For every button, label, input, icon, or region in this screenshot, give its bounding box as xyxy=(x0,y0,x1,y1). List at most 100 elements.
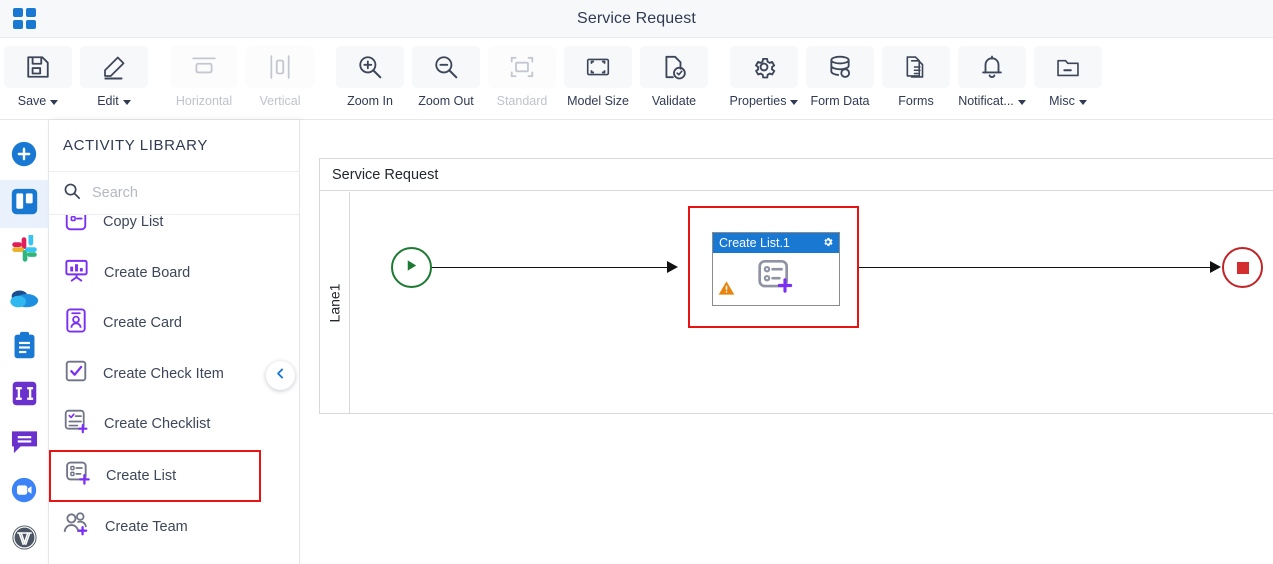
activity-item-label: Create Checklist xyxy=(104,416,211,433)
toolbar-label-text: Forms xyxy=(898,94,934,108)
toolbar-button-misc[interactable]: Misc xyxy=(1030,42,1106,108)
activity-item-label: Create Board xyxy=(104,264,191,281)
activity-item-create-list[interactable]: Create List xyxy=(49,449,261,502)
toolbar-label-text: Edit xyxy=(97,94,119,108)
chat-app[interactable] xyxy=(0,420,49,468)
gear-icon xyxy=(730,46,798,88)
activity-item-create-check-item[interactable]: Create Check Item xyxy=(49,349,299,400)
page-title: Service Request xyxy=(577,9,696,27)
toolbar-label-text: Properties xyxy=(729,94,787,108)
pool[interactable]: Service Request Lane1 Create List.1 xyxy=(319,158,1273,414)
activity-item-create-card[interactable]: Create Card xyxy=(49,298,299,349)
lane-body[interactable]: Create List.1 xyxy=(350,192,1273,413)
stop-square-icon xyxy=(1236,261,1249,274)
jira-app[interactable] xyxy=(0,372,49,420)
toolbar-button-save[interactable]: Save xyxy=(0,42,76,108)
create-team-icon xyxy=(63,511,91,542)
toolbar-label-text: Form Data xyxy=(810,94,870,108)
toolbar-button-vertical: Vertical xyxy=(242,42,318,108)
toolbar-button-zoom-in[interactable]: Zoom In xyxy=(332,42,408,108)
horizontal-icon xyxy=(170,46,238,88)
toolbar-button-label: Horizontal xyxy=(176,94,232,108)
standard-icon xyxy=(488,46,556,88)
trello-app[interactable] xyxy=(0,180,49,228)
gear-icon[interactable] xyxy=(822,236,834,251)
toolbar-button-edit[interactable]: Edit xyxy=(76,42,152,108)
end-event[interactable] xyxy=(1222,247,1263,288)
toolbar-button-label: Zoom Out xyxy=(418,94,474,108)
vertical-icon xyxy=(246,46,314,88)
activity-item-copy-list[interactable]: Copy List xyxy=(49,215,299,248)
search-icon xyxy=(63,182,81,205)
zoom-out-icon xyxy=(412,46,480,88)
toolbar-button-label: Misc xyxy=(1049,94,1087,108)
toolbar-button-horizontal: Horizontal xyxy=(166,42,242,108)
activity-item-label: Create Check Item xyxy=(103,365,224,382)
video-camera-icon xyxy=(9,475,39,510)
play-icon xyxy=(404,258,419,278)
toolbar-button-standard: Standard xyxy=(484,42,560,108)
toolbar-button-forms[interactable]: Forms xyxy=(878,42,954,108)
validate-icon xyxy=(640,46,708,88)
toolbar-label-text: Standard xyxy=(496,94,548,108)
toolbar-label-text: Notificat... xyxy=(958,94,1014,108)
task-node-create-list[interactable]: Create List.1 xyxy=(712,232,840,306)
top-bar: Service Request xyxy=(0,0,1273,38)
pencil-icon xyxy=(80,46,148,88)
zoom-in-icon xyxy=(336,46,404,88)
activity-library-panel: ACTIVITY LIBRARY Copy List Create Board Cr… xyxy=(49,120,300,564)
sequence-flow-1 xyxy=(432,266,668,269)
model-size-icon xyxy=(564,46,632,88)
toolbar-label-text: Save xyxy=(17,94,47,108)
slack-app[interactable] xyxy=(0,228,49,276)
library-title: ACTIVITY LIBRARY xyxy=(49,120,299,172)
task-title-label: Create List.1 xyxy=(719,236,790,250)
toolbar-button-label: Model Size xyxy=(567,94,629,108)
copy-list-icon xyxy=(63,215,89,238)
activity-item-create-checklist[interactable]: Create Checklist xyxy=(49,399,299,450)
chat-icon xyxy=(10,428,39,460)
task-body xyxy=(713,253,839,305)
chevron-down-icon xyxy=(1078,99,1087,105)
toolbar-button-form-data[interactable]: Form Data xyxy=(802,42,878,108)
toolbar-button-notificat[interactable]: Notificat... xyxy=(954,42,1030,108)
toolbar-button-validate[interactable]: Validate xyxy=(636,42,712,108)
activity-item-create-team[interactable]: Create Team xyxy=(49,502,299,553)
check-item-icon xyxy=(63,358,89,389)
activity-item-create-board[interactable]: Create Board xyxy=(49,248,299,299)
chevron-down-icon xyxy=(122,99,131,105)
activity-item-label: Create List xyxy=(106,467,177,484)
toolbar: Save Edit Horizontal Vertical Zoom In Zoom Ou… xyxy=(0,38,1273,120)
wordpress-app[interactable] xyxy=(0,516,49,564)
zoom-app[interactable] xyxy=(0,468,49,516)
chevron-down-icon xyxy=(790,99,799,105)
chevron-down-icon xyxy=(50,99,59,105)
search-input[interactable] xyxy=(92,185,262,201)
onedrive-app[interactable] xyxy=(0,276,49,324)
document-icon xyxy=(882,46,950,88)
lane-label: Lane1 xyxy=(320,192,350,413)
lane: Lane1 Create List.1 xyxy=(320,192,1273,413)
toolbar-label-text: Vertical xyxy=(259,94,301,108)
toolbar-button-model-size[interactable]: Model Size xyxy=(560,42,636,108)
trello-icon xyxy=(10,187,39,221)
diagram-canvas[interactable]: Service Request Lane1 Create List.1 xyxy=(300,120,1273,564)
toolbar-button-zoom-out[interactable]: Zoom Out xyxy=(408,42,484,108)
start-event[interactable] xyxy=(391,247,432,288)
toolbar-label-text: Model Size xyxy=(567,94,629,108)
clipboard-app[interactable] xyxy=(0,324,49,372)
activity-item-label: Create Team xyxy=(105,518,188,535)
toolbar-label-text: Zoom Out xyxy=(418,94,474,108)
toolbar-button-label: Form Data xyxy=(810,94,869,108)
jira-icon xyxy=(10,379,39,413)
collapse-panel-button[interactable] xyxy=(266,361,295,390)
toolbar-label-text: Misc xyxy=(1049,94,1075,108)
pool-title: Service Request xyxy=(320,159,1273,191)
toolbar-button-properties[interactable]: Properties xyxy=(726,42,802,108)
toolbar-button-label: Edit xyxy=(97,94,131,108)
database-icon xyxy=(806,46,874,88)
add-button[interactable] xyxy=(0,132,49,180)
plus-circle-icon xyxy=(9,139,39,174)
create-card-icon xyxy=(63,307,89,339)
activity-list[interactable]: Copy List Create Board Create Card Create C… xyxy=(49,215,299,564)
